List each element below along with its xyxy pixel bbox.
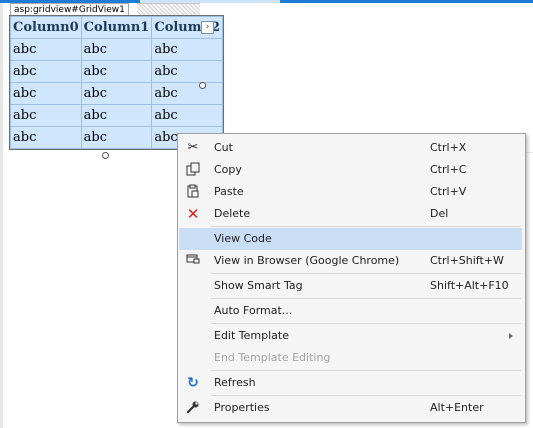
copy-icon <box>185 162 201 178</box>
gridview-control[interactable]: Column0 Column1 Column2 abc abc abc abc … <box>9 15 225 150</box>
menu-separator <box>211 395 521 396</box>
table-row: abc abc abc <box>10 38 224 61</box>
table-cell: abc <box>151 104 224 127</box>
table-row: abc abc abc <box>10 82 224 105</box>
menu-separator <box>211 273 521 274</box>
table-cell: abc <box>10 60 82 83</box>
table-cell: abc <box>151 60 224 83</box>
menu-item-edit-template[interactable]: Edit Template <box>179 325 522 347</box>
table-cell: abc <box>151 82 224 105</box>
table-row: abc abc abc <box>10 60 224 83</box>
refresh-icon: ↻ <box>187 375 199 391</box>
table-row: abc abc abc <box>10 104 224 127</box>
menu-item-refresh[interactable]: ↻ Refresh <box>179 372 522 394</box>
context-menu: ✂ Cut Ctrl+X Copy Ctrl+C Paste Ctrl+V ✕ … <box>177 133 526 423</box>
menu-item-view-code[interactable]: View Code <box>179 228 522 250</box>
menu-item-delete[interactable]: ✕ Delete Del <box>179 203 522 225</box>
menu-separator <box>211 226 521 227</box>
scissors-icon: ✂ <box>187 140 199 155</box>
column-header: Column0 <box>10 16 82 39</box>
table-cell: abc <box>80 82 153 105</box>
menu-item-copy[interactable]: Copy Ctrl+C <box>179 159 522 181</box>
table-cell: abc <box>10 126 82 149</box>
column-header: Column1 <box>80 16 153 39</box>
menu-item-show-smart-tag[interactable]: Show Smart Tag Shift+Alt+F10 <box>179 275 522 297</box>
delete-icon: ✕ <box>186 205 200 223</box>
table-cell: abc <box>80 60 153 83</box>
table-cell: abc <box>10 104 82 127</box>
resize-handle-right[interactable] <box>199 82 206 89</box>
menu-item-end-template-editing: End Template Editing <box>214 351 331 364</box>
table-cell: abc <box>151 38 224 61</box>
menu-separator <box>211 323 521 324</box>
table-cell: abc <box>10 82 82 105</box>
table-cell: abc <box>80 38 153 61</box>
smart-tag-button[interactable]: › <box>201 21 214 34</box>
submenu-arrow-icon <box>509 333 513 339</box>
paste-icon <box>185 184 201 200</box>
table-cell: abc <box>10 38 82 61</box>
menu-item-auto-format[interactable]: Auto Format... <box>179 300 522 322</box>
resize-handle-bottom[interactable] <box>102 152 109 159</box>
table-cell: abc <box>80 104 153 127</box>
menu-separator <box>211 298 521 299</box>
browser-icon <box>185 253 201 269</box>
wrench-icon <box>185 400 201 416</box>
header-row: Column0 Column1 Column2 <box>10 16 224 39</box>
menu-item-paste[interactable]: Paste Ctrl+V <box>179 181 522 203</box>
gridview-table: Column0 Column1 Column2 abc abc abc abc … <box>10 16 224 149</box>
menu-item-properties[interactable]: Properties Alt+Enter <box>179 397 522 419</box>
menu-item-cut[interactable]: ✂ Cut Ctrl+X <box>179 137 522 159</box>
menu-item-view-in-browser[interactable]: View in Browser (Google Chrome) Ctrl+Shi… <box>179 250 522 272</box>
table-cell: abc <box>80 126 153 149</box>
menu-separator <box>211 370 521 371</box>
design-surface-edge <box>0 3 3 428</box>
